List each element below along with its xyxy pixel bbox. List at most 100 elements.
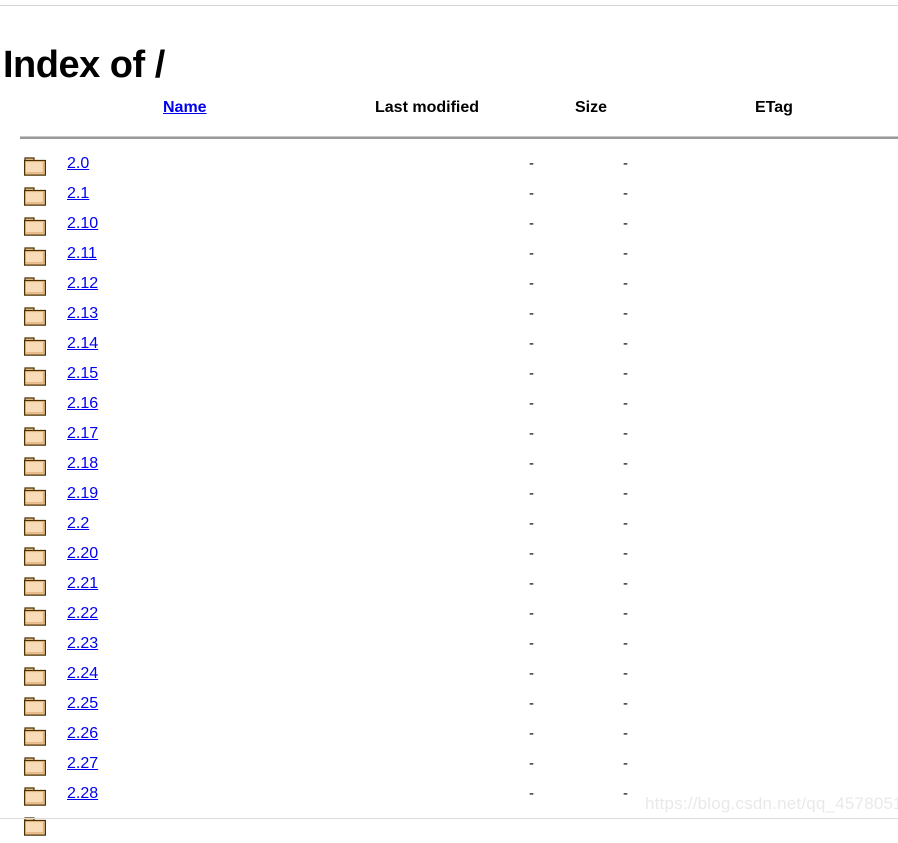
directory-link[interactable]: 2.21 <box>67 573 98 595</box>
directory-link[interactable]: 2.11 <box>67 243 97 265</box>
directory-link[interactable]: 2.12 <box>67 273 98 295</box>
cell-size: - <box>623 665 628 682</box>
cell-size: - <box>623 395 628 412</box>
cell-size: - <box>623 365 628 382</box>
folder-icon <box>24 607 46 626</box>
cell-size: - <box>623 695 628 712</box>
table-row[interactable]: 2.20 - - <box>0 543 898 573</box>
cell-last-modified: - <box>529 605 534 622</box>
cell-last-modified: - <box>529 155 534 172</box>
folder-icon <box>24 307 46 326</box>
table-row[interactable]: 2.12 - - <box>0 273 898 303</box>
cell-size: - <box>623 275 628 292</box>
folder-icon <box>24 727 46 746</box>
cell-last-modified: - <box>529 215 534 232</box>
table-row[interactable]: 2.10 - - <box>0 213 898 243</box>
directory-link[interactable]: 2.15 <box>67 363 98 385</box>
directory-link[interactable]: 2.2 <box>67 513 89 535</box>
directory-link[interactable]: 2.23 <box>67 633 98 655</box>
table-row[interactable]: 2.0 - - <box>0 153 898 183</box>
directory-link[interactable]: 2.26 <box>67 723 98 745</box>
table-row[interactable]: 2.22 - - <box>0 603 898 633</box>
directory-link[interactable]: 2.22 <box>67 603 98 625</box>
directory-link[interactable]: 2.28 <box>67 783 98 805</box>
folder-icon <box>24 547 46 566</box>
directory-link[interactable]: 2.24 <box>67 663 98 685</box>
folder-icon <box>24 637 46 656</box>
cell-last-modified: - <box>529 545 534 562</box>
directory-link[interactable]: 2.14 <box>67 333 98 355</box>
cell-size: - <box>623 305 628 322</box>
table-row[interactable]: 2.17 - - <box>0 423 898 453</box>
column-header-last-modified: Last modified <box>375 99 480 116</box>
table-row[interactable]: 2.14 - - <box>0 333 898 363</box>
cell-size: - <box>623 575 628 592</box>
cell-size: - <box>623 545 628 562</box>
cell-last-modified: - <box>529 515 534 532</box>
folder-icon <box>24 427 46 446</box>
folder-icon <box>24 457 46 476</box>
cell-size: - <box>623 185 628 202</box>
cell-size: - <box>623 335 628 352</box>
table-row[interactable]: 2.16 - - <box>0 393 898 423</box>
table-row[interactable]: 2.21 - - <box>0 573 898 603</box>
table-row[interactable]: 2.1 - - <box>0 183 898 213</box>
directory-link[interactable]: 2.13 <box>67 303 98 325</box>
folder-icon <box>24 217 46 236</box>
cell-size: - <box>623 515 628 532</box>
table-row[interactable]: 2.19 - - <box>0 483 898 513</box>
folder-icon <box>24 397 46 416</box>
folder-icon <box>24 667 46 686</box>
column-header-etag: ETag <box>755 99 793 116</box>
cell-last-modified: - <box>529 785 534 802</box>
table-row[interactable]: 2.11 - - <box>0 243 898 273</box>
cell-last-modified: - <box>529 455 534 472</box>
cell-size: - <box>623 215 628 232</box>
folder-icon <box>24 787 46 806</box>
folder-icon <box>24 817 46 836</box>
cell-size: - <box>623 785 628 802</box>
cell-size: - <box>623 245 628 262</box>
directory-link[interactable]: 2.20 <box>67 543 98 565</box>
cell-last-modified: - <box>529 185 534 202</box>
header-divider <box>20 136 898 139</box>
folder-icon <box>24 517 46 536</box>
table-row[interactable]: 2.18 - - <box>0 453 898 483</box>
table-row[interactable]: 2.26 - - <box>0 723 898 753</box>
directory-link[interactable]: 2.10 <box>67 213 98 235</box>
table-row[interactable]: 2.2 - - <box>0 513 898 543</box>
cell-size: - <box>623 485 628 502</box>
directory-link[interactable]: 2.27 <box>67 753 98 775</box>
directory-link[interactable]: 2.16 <box>67 393 98 415</box>
folder-icon <box>24 157 46 176</box>
folder-icon <box>24 757 46 776</box>
page-title: Index of / <box>3 44 165 87</box>
cell-last-modified: - <box>529 755 534 772</box>
table-row[interactable]: 2.27 - - <box>0 753 898 783</box>
cell-last-modified: - <box>529 365 534 382</box>
cell-size: - <box>623 605 628 622</box>
table-row[interactable]: 2.24 - - <box>0 663 898 693</box>
directory-link[interactable]: 2.1 <box>67 183 89 205</box>
table-row[interactable]: 2.13 - - <box>0 303 898 333</box>
table-row[interactable]: 2.15 - - <box>0 363 898 393</box>
column-header-size: Size <box>575 99 608 116</box>
cell-last-modified: - <box>529 665 534 682</box>
table-row[interactable]: 2.25 - - <box>0 693 898 723</box>
cell-last-modified: - <box>529 305 534 322</box>
column-header-name[interactable]: Name <box>163 98 207 118</box>
cell-last-modified: - <box>529 425 534 442</box>
directory-link[interactable]: 2.0 <box>67 153 89 175</box>
folder-icon <box>24 367 46 386</box>
directory-link[interactable]: 2.18 <box>67 453 98 475</box>
directory-link[interactable]: 2.17 <box>67 423 98 445</box>
cell-last-modified: - <box>529 635 534 652</box>
folder-icon <box>24 577 46 596</box>
directory-table-header: Name Last modified Size ETag <box>0 98 898 128</box>
folder-icon <box>24 337 46 356</box>
table-row[interactable]: 2.23 - - <box>0 633 898 663</box>
directory-link[interactable]: 2.19 <box>67 483 98 505</box>
cell-size: - <box>623 635 628 652</box>
folder-icon <box>24 277 46 296</box>
directory-link[interactable]: 2.25 <box>67 693 98 715</box>
